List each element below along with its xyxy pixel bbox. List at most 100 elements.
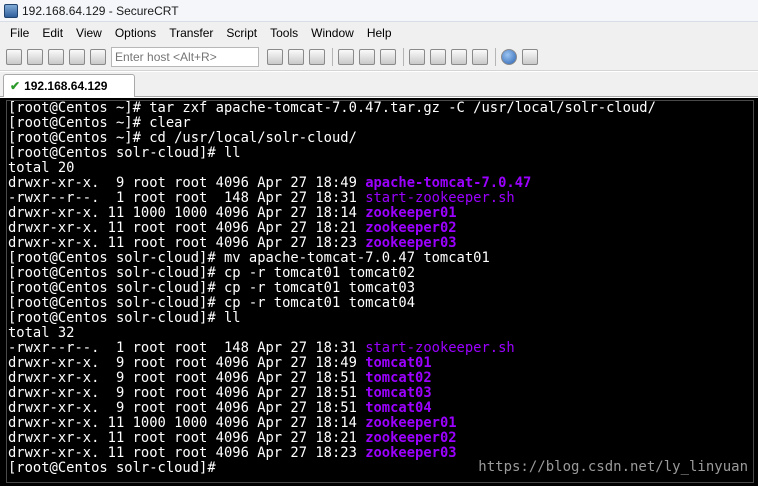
print-setup-icon[interactable] bbox=[380, 48, 396, 65]
terminal-line-text: [root@Centos ~]# cd /usr/local/solr-clou… bbox=[8, 130, 357, 146]
menu-help[interactable]: Help bbox=[365, 25, 394, 41]
terminal-line: drwxr-xr-x. 11 root root 4096 Apr 27 18:… bbox=[8, 221, 656, 236]
directory-name: zookeeper01 bbox=[365, 415, 457, 431]
terminal-line: drwxr-xr-x. 9 root root 4096 Apr 27 18:5… bbox=[8, 386, 656, 401]
terminal-line-text: [root@Centos solr-cloud]# cp -r tomcat01… bbox=[8, 295, 416, 311]
disconnect-icon[interactable] bbox=[90, 48, 106, 65]
terminal-line-text: drwxr-xr-x. 11 1000 1000 4096 Apr 27 18:… bbox=[8, 415, 366, 431]
terminal-area[interactable]: [root@Centos ~]# tar zxf apache-tomcat-7… bbox=[0, 98, 758, 486]
directory-name: tomcat04 bbox=[365, 400, 432, 416]
terminal-line: [root@Centos ~]# tar zxf apache-tomcat-7… bbox=[8, 101, 656, 116]
terminal-line-text: total 20 bbox=[8, 160, 75, 176]
terminal-line: drwxr-xr-x. 11 1000 1000 4096 Apr 27 18:… bbox=[8, 416, 656, 431]
terminal-line: [root@Centos solr-cloud]# cp -r tomcat01… bbox=[8, 296, 656, 311]
quick-connect-icon[interactable] bbox=[27, 48, 43, 65]
copy-icon[interactable] bbox=[267, 48, 283, 65]
tab-label: 192.168.64.129 bbox=[24, 79, 108, 93]
terminal-line-text: [root@Centos solr-cloud]# cp -r tomcat01… bbox=[8, 280, 416, 296]
terminal-line: -rwxr--r--. 1 root root 148 Apr 27 18:31… bbox=[8, 191, 656, 206]
tab-session[interactable]: ✔ 192.168.64.129 bbox=[3, 74, 135, 97]
terminal-line-text: drwxr-xr-x. 11 1000 1000 4096 Apr 27 18:… bbox=[8, 205, 366, 221]
terminal-cursor bbox=[223, 463, 232, 476]
directory-name: zookeeper02 bbox=[365, 220, 457, 236]
terminal-line: drwxr-xr-x. 9 root root 4096 Apr 27 18:5… bbox=[8, 371, 656, 386]
executable-name: start-zookeeper.sh bbox=[365, 190, 515, 206]
print-icon[interactable] bbox=[338, 48, 354, 65]
connect-in-tab-icon[interactable] bbox=[48, 48, 64, 65]
global-options-icon[interactable] bbox=[430, 48, 446, 65]
directory-name: tomcat03 bbox=[365, 385, 432, 401]
terminal-line-text: drwxr-xr-x. 11 root root 4096 Apr 27 18:… bbox=[8, 445, 366, 461]
directory-name: apache-tomcat-7.0.47 bbox=[365, 175, 532, 191]
terminal-line-text: drwxr-xr-x. 9 root root 4096 Apr 27 18:5… bbox=[8, 400, 366, 416]
terminal-line-text: drwxr-xr-x. 11 root root 4096 Apr 27 18:… bbox=[8, 235, 366, 251]
toolbar bbox=[0, 43, 758, 71]
terminal-line-text: [root@Centos solr-cloud]# mv apache-tomc… bbox=[8, 250, 490, 266]
terminal-line-text: drwxr-xr-x. 9 root root 4096 Apr 27 18:4… bbox=[8, 175, 366, 191]
terminal-line: drwxr-xr-x. 11 root root 4096 Apr 27 18:… bbox=[8, 236, 656, 251]
directory-name: zookeeper03 bbox=[365, 445, 457, 461]
terminal-line-text: total 32 bbox=[8, 325, 75, 341]
print-screen-icon[interactable] bbox=[359, 48, 375, 65]
menu-view[interactable]: View bbox=[74, 25, 104, 41]
terminal-line: [root@Centos solr-cloud]# ll bbox=[8, 311, 656, 326]
menu-bar: File Edit View Options Transfer Script T… bbox=[0, 22, 758, 43]
quick-connect-input[interactable] bbox=[111, 46, 259, 67]
executable-name: start-zookeeper.sh bbox=[365, 340, 515, 356]
terminal-line-text: [root@Centos ~]# tar zxf apache-tomcat-7… bbox=[8, 100, 656, 116]
menu-tools[interactable]: Tools bbox=[268, 25, 300, 41]
terminal-line: drwxr-xr-x. 9 root root 4096 Apr 27 18:5… bbox=[8, 401, 656, 416]
directory-name: tomcat02 bbox=[365, 370, 432, 386]
terminal-line-text: -rwxr--r--. 1 root root 148 Apr 27 18:31 bbox=[8, 190, 366, 206]
reconnect-icon[interactable] bbox=[69, 48, 85, 65]
watermark: https://blog.csdn.net/ly_linyuan bbox=[478, 459, 748, 475]
securecrt-app-icon bbox=[4, 3, 18, 18]
terminal-line: [root@Centos solr-cloud]# ll bbox=[8, 146, 656, 161]
terminal-line: drwxr-xr-x. 11 root root 4096 Apr 27 18:… bbox=[8, 431, 656, 446]
terminal-line-text: [root@Centos solr-cloud]# cp -r tomcat01… bbox=[8, 265, 416, 281]
terminal-line: -rwxr--r--. 1 root root 148 Apr 27 18:31… bbox=[8, 341, 656, 356]
terminal-line: [root@Centos ~]# clear bbox=[8, 116, 656, 131]
title-bar: 192.168.64.129 - SecureCRT bbox=[0, 0, 758, 22]
terminal-line-text: [root@Centos ~]# clear bbox=[8, 115, 191, 131]
terminal-line: [root@Centos solr-cloud]# mv apache-tomc… bbox=[8, 251, 656, 266]
terminal-line-text: [root@Centos solr-cloud]# ll bbox=[8, 310, 241, 326]
connect-icon[interactable] bbox=[6, 48, 22, 65]
menu-script[interactable]: Script bbox=[224, 25, 259, 41]
menu-edit[interactable]: Edit bbox=[40, 25, 65, 41]
menu-file[interactable]: File bbox=[8, 25, 31, 41]
find-icon[interactable] bbox=[309, 48, 325, 65]
terminal-line: [root@Centos solr-cloud]# cp -r tomcat01… bbox=[8, 281, 656, 296]
session-options-icon[interactable] bbox=[409, 48, 425, 65]
terminal-line-text: [root@Centos solr-cloud]# ll bbox=[8, 145, 241, 161]
terminal-line: drwxr-xr-x. 11 1000 1000 4096 Apr 27 18:… bbox=[8, 206, 656, 221]
toolbar-divider bbox=[495, 47, 496, 66]
directory-name: zookeeper03 bbox=[365, 235, 457, 251]
sftp-icon[interactable] bbox=[472, 48, 488, 65]
terminal-line: [root@Centos ~]# cd /usr/local/solr-clou… bbox=[8, 131, 656, 146]
keymap-icon[interactable] bbox=[451, 48, 467, 65]
terminal-line: drwxr-xr-x. 9 root root 4096 Apr 27 18:4… bbox=[8, 356, 656, 371]
terminal-line-text: [root@Centos solr-cloud]# bbox=[8, 460, 224, 476]
toolbar-divider bbox=[403, 47, 404, 66]
terminal-line: drwxr-xr-x. 9 root root 4096 Apr 27 18:4… bbox=[8, 176, 656, 191]
toolbar-divider bbox=[332, 47, 333, 66]
menu-transfer[interactable]: Transfer bbox=[167, 25, 215, 41]
terminal-line-text: drwxr-xr-x. 9 root root 4096 Apr 27 18:4… bbox=[8, 355, 366, 371]
terminal-line: total 20 bbox=[8, 161, 656, 176]
terminal-line: [root@Centos solr-cloud]# cp -r tomcat01… bbox=[8, 266, 656, 281]
menu-window[interactable]: Window bbox=[309, 25, 356, 41]
checkmark-icon: ✔ bbox=[10, 79, 21, 93]
directory-name: zookeeper02 bbox=[365, 430, 457, 446]
terminal-line-text: -rwxr--r--. 1 root root 148 Apr 27 18:31 bbox=[8, 340, 366, 356]
terminal-output: [root@Centos ~]# tar zxf apache-tomcat-7… bbox=[8, 101, 656, 476]
help-icon[interactable] bbox=[501, 48, 517, 65]
menu-options[interactable]: Options bbox=[113, 25, 158, 41]
directory-name: tomcat01 bbox=[365, 355, 432, 371]
directory-name: zookeeper01 bbox=[365, 205, 457, 221]
terminal-line: total 32 bbox=[8, 326, 656, 341]
window-title: 192.168.64.129 - SecureCRT bbox=[22, 3, 179, 18]
paste-icon[interactable] bbox=[288, 48, 304, 65]
about-icon[interactable] bbox=[522, 48, 538, 65]
terminal-line-text: drwxr-xr-x. 11 root root 4096 Apr 27 18:… bbox=[8, 220, 366, 236]
